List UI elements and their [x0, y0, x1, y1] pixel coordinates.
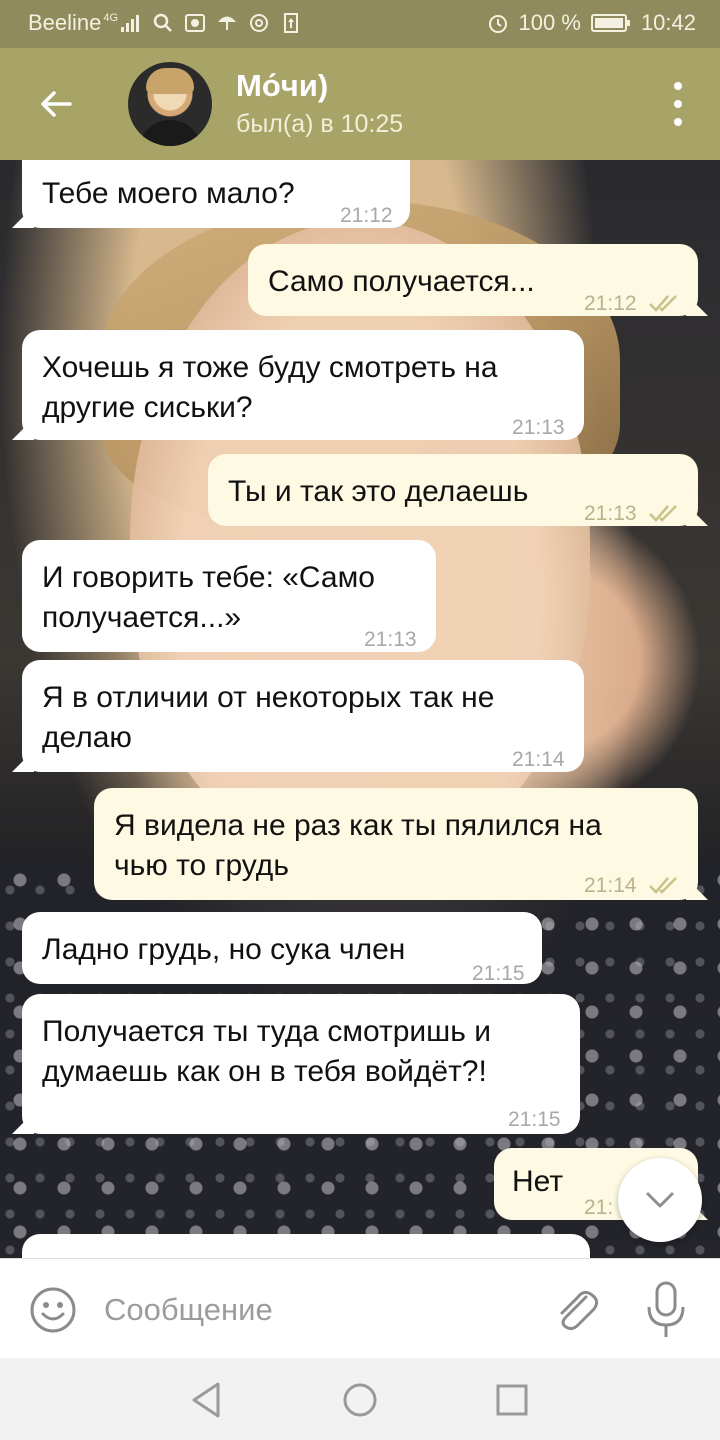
chevron-down-icon [646, 1192, 674, 1208]
at-icon [248, 13, 270, 33]
message-incoming[interactable]: Получается ты туда смотришь и думаешь ка… [22, 994, 580, 1134]
read-checkmarks-icon [648, 866, 684, 894]
read-checkmarks-icon [648, 284, 684, 312]
battery-icon [590, 13, 631, 33]
gallery-icon [184, 13, 206, 33]
message-incoming[interactable]: И говорить тебе: «Само получается...» 21… [22, 540, 436, 652]
message-time: 21:12 [340, 204, 393, 227]
message-text: Я в отличии от некоторых так не делаю [42, 681, 495, 754]
message-time: 21:15 [472, 962, 525, 985]
message-time: 21:14 [512, 748, 565, 771]
message-time: 21:13 [512, 416, 565, 439]
mic-icon [647, 1281, 685, 1337]
triangle-back-icon [192, 1382, 220, 1418]
contact-last-seen: был(а) в 10:25 [236, 110, 404, 138]
message-text: Ты и так это делаешь [228, 475, 529, 508]
message-input[interactable] [104, 1287, 524, 1333]
message-incoming[interactable]: Я в отличии от некоторых так не делаю 21… [22, 660, 584, 772]
umbrella-icon [216, 13, 238, 33]
avatar[interactable] [128, 62, 212, 146]
contact-name[interactable]: Мо́чи) [236, 68, 328, 104]
message-composer [0, 1258, 720, 1358]
message-outgoing[interactable]: Я видела не раз как ты пялился на чью то… [94, 788, 698, 900]
message-text: Я видела не раз как ты пялился на чью то… [114, 809, 602, 882]
alarm-icon [487, 13, 509, 33]
message-text: Ладно грудь, но сука член [42, 933, 406, 966]
message-text: Тебе моего мало? [42, 177, 295, 210]
nav-home-button[interactable] [338, 1378, 382, 1422]
message-time: 21:12 [584, 292, 637, 315]
message-text: Хочешь я тоже буду смотреть на другие си… [42, 351, 498, 424]
message-text: Само получается... [268, 265, 535, 298]
message-time: 21: [584, 1196, 614, 1219]
back-arrow-icon [41, 91, 72, 117]
read-checkmarks-icon [648, 494, 684, 522]
more-options-button[interactable] [666, 82, 690, 126]
message-incoming-partial[interactable] [22, 1234, 590, 1258]
message-incoming[interactable]: Хочешь я тоже буду смотреть на другие си… [22, 330, 584, 440]
message-incoming[interactable]: Тебе моего мало? 21:12 [22, 160, 410, 228]
attach-button[interactable] [552, 1285, 600, 1335]
status-bar: Beeline 4G 100 % 10:42 [0, 0, 720, 48]
scroll-to-bottom-button[interactable] [618, 1158, 702, 1242]
nav-back-button[interactable] [186, 1378, 230, 1422]
chat-header: Мо́чи) был(а) в 10:25 [0, 48, 720, 160]
message-time: 21:13 [584, 502, 637, 525]
message-text: Получается ты туда смотришь и думаешь ка… [42, 1015, 491, 1088]
back-button[interactable] [30, 78, 82, 130]
message-text: Нет [512, 1165, 564, 1198]
carrier-label: Beeline [28, 10, 102, 35]
message-time: 21:14 [584, 874, 637, 897]
emoji-icon [30, 1287, 76, 1333]
message-list[interactable]: Тебе моего мало? 21:12 Само получается..… [0, 160, 720, 1258]
battery-percent: 100 % [518, 10, 581, 35]
message-text: И говорить тебе: «Само получается...» [42, 561, 375, 634]
network-type: 4G [103, 12, 119, 24]
search-icon [152, 13, 174, 33]
message-time: 21:13 [364, 628, 417, 651]
message-outgoing[interactable]: Само получается... 21:12 [248, 244, 698, 316]
signal-icon [120, 13, 142, 33]
nav-recents-button[interactable] [490, 1378, 534, 1422]
clock: 10:42 [640, 10, 696, 35]
circle-home-icon [343, 1383, 377, 1417]
more-vert-icon [674, 82, 682, 90]
upload-icon [280, 13, 302, 33]
voice-record-button[interactable] [644, 1281, 688, 1339]
message-time: 21:15 [508, 1108, 561, 1131]
square-recents-icon [496, 1384, 528, 1416]
message-incoming[interactable]: Ладно грудь, но сука член 21:15 [22, 912, 542, 985]
paperclip-icon [560, 1290, 599, 1331]
message-outgoing[interactable]: Ты и так это делаешь 21:13 [208, 454, 698, 526]
emoji-button[interactable] [28, 1285, 78, 1335]
system-navigation-bar [0, 1358, 720, 1440]
